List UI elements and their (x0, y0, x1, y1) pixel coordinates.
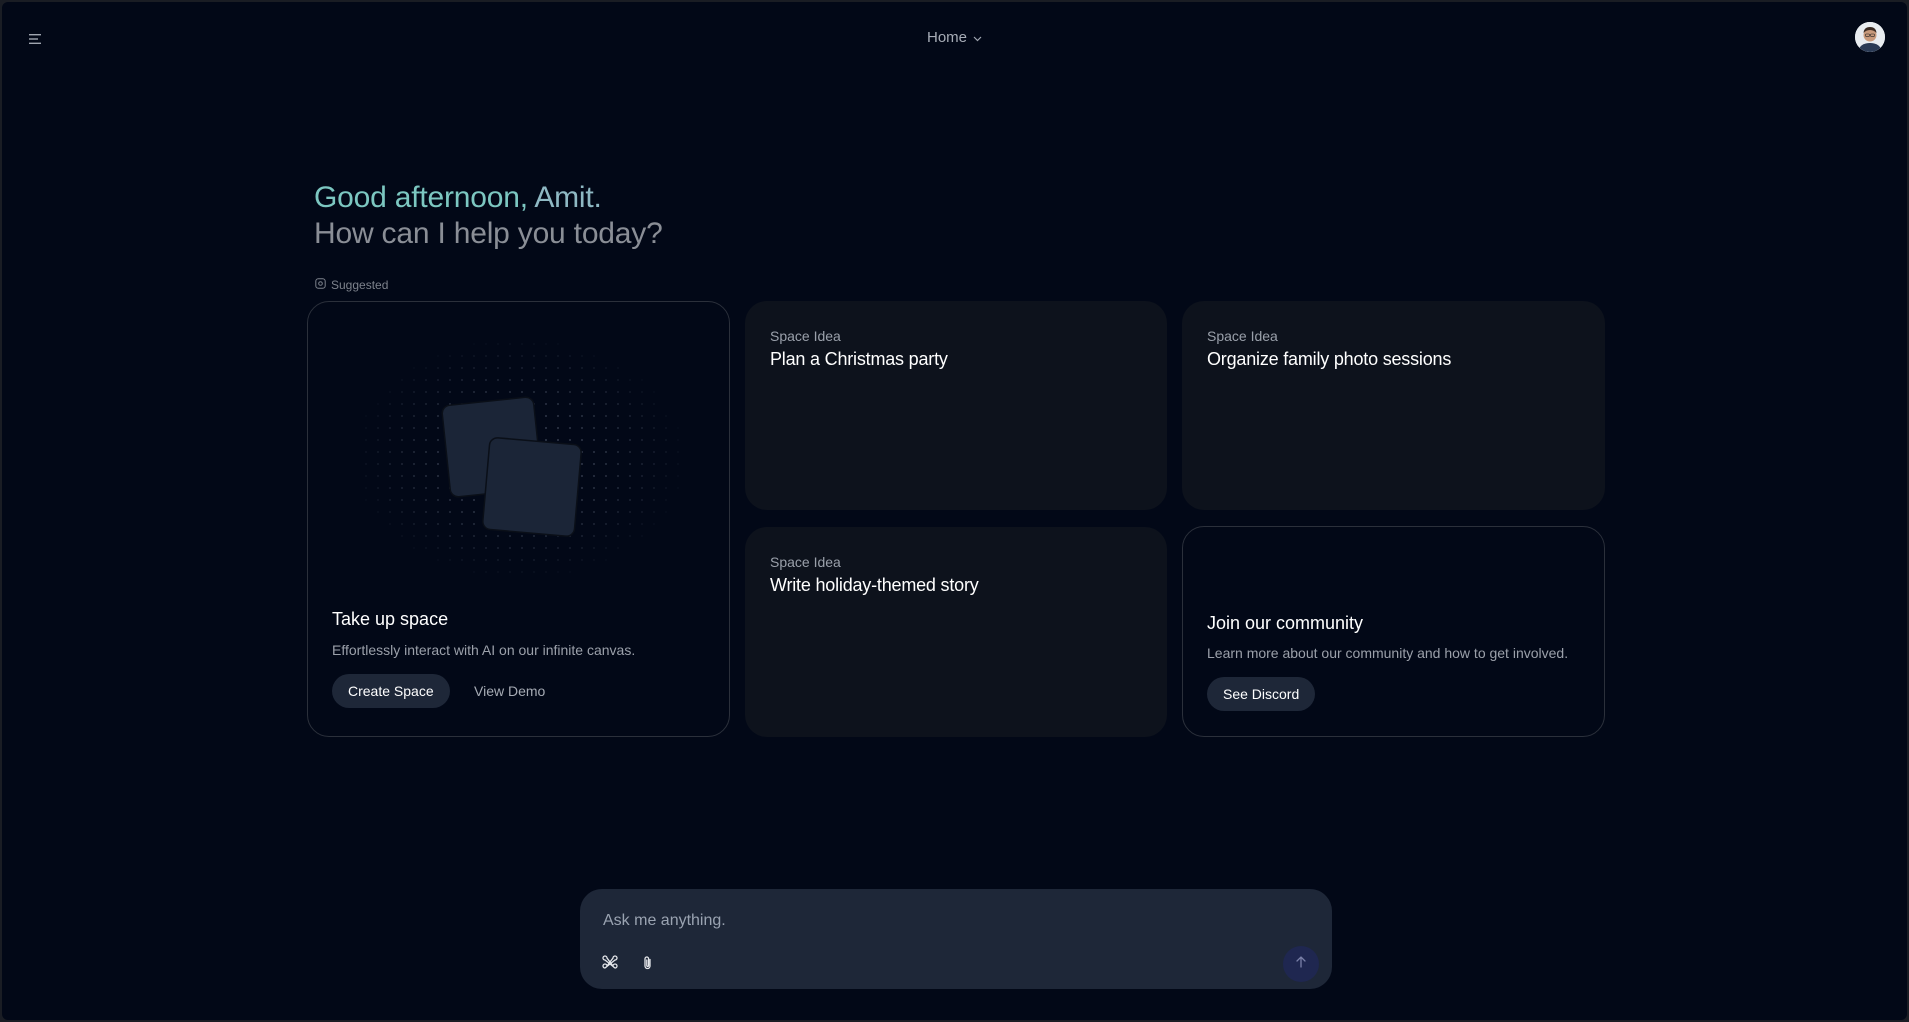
space-idea-eyebrow: Space Idea (1207, 328, 1278, 344)
space-idea-title: Organize family photo sessions (1207, 349, 1452, 369)
greeting-line1: Good afternoon, Amit. (314, 180, 663, 216)
community-card: Join our community Learn more about our … (1182, 526, 1605, 737)
arrow-up-icon (1295, 955, 1307, 974)
feature-title: Take up space (332, 609, 449, 629)
space-idea-title: Write holiday-themed story (770, 575, 979, 595)
suggested-label: Suggested (315, 278, 388, 292)
greeting-line2: How can I help you today? (314, 217, 663, 250)
canvas-illustration (348, 324, 691, 594)
nav-home-label: Home (927, 29, 968, 46)
space-idea-card[interactable]: Space Idea Write holiday-themed story (745, 527, 1167, 737)
space-idea-card[interactable]: Space Idea Plan a Christmas party (745, 301, 1167, 510)
take-up-space-card: Take up space Effortlessly interact with… (307, 301, 730, 737)
nav-home-dropdown[interactable]: Home (927, 29, 982, 46)
menu-icon[interactable] (24, 28, 46, 50)
community-description: Learn more about our community and how t… (1207, 645, 1569, 661)
space-idea-title: Plan a Christmas party (770, 349, 948, 369)
chevron-down-icon (973, 29, 982, 46)
chat-input[interactable] (603, 909, 1303, 933)
space-idea-card[interactable]: Space Idea Organize family photo session… (1182, 301, 1605, 510)
send-button[interactable] (1283, 946, 1319, 982)
community-title: Join our community (1207, 613, 1364, 633)
suggested-text: Suggested (331, 278, 389, 292)
greeting: Good afternoon, Amit. How can I help you… (314, 180, 663, 252)
feature-description: Effortlessly interact with AI on our inf… (332, 642, 636, 658)
user-avatar[interactable] (1855, 22, 1885, 52)
greeting-prefix: Good afternoon, (314, 181, 535, 214)
integrations-icon[interactable] (598, 951, 622, 975)
chat-composer (580, 889, 1332, 989)
sparkle-icon (315, 278, 326, 292)
greeting-name: Amit. (534, 181, 602, 214)
app-window: Home Good afternoon, Amit. How can I hel… (2, 2, 1907, 1020)
space-idea-eyebrow: Space Idea (770, 328, 841, 344)
see-discord-button[interactable]: See Discord (1207, 677, 1316, 711)
paperclip-icon[interactable] (636, 951, 660, 975)
create-space-button[interactable]: Create Space (332, 674, 450, 708)
space-idea-eyebrow: Space Idea (770, 554, 841, 570)
view-demo-button[interactable]: View Demo (468, 674, 551, 708)
